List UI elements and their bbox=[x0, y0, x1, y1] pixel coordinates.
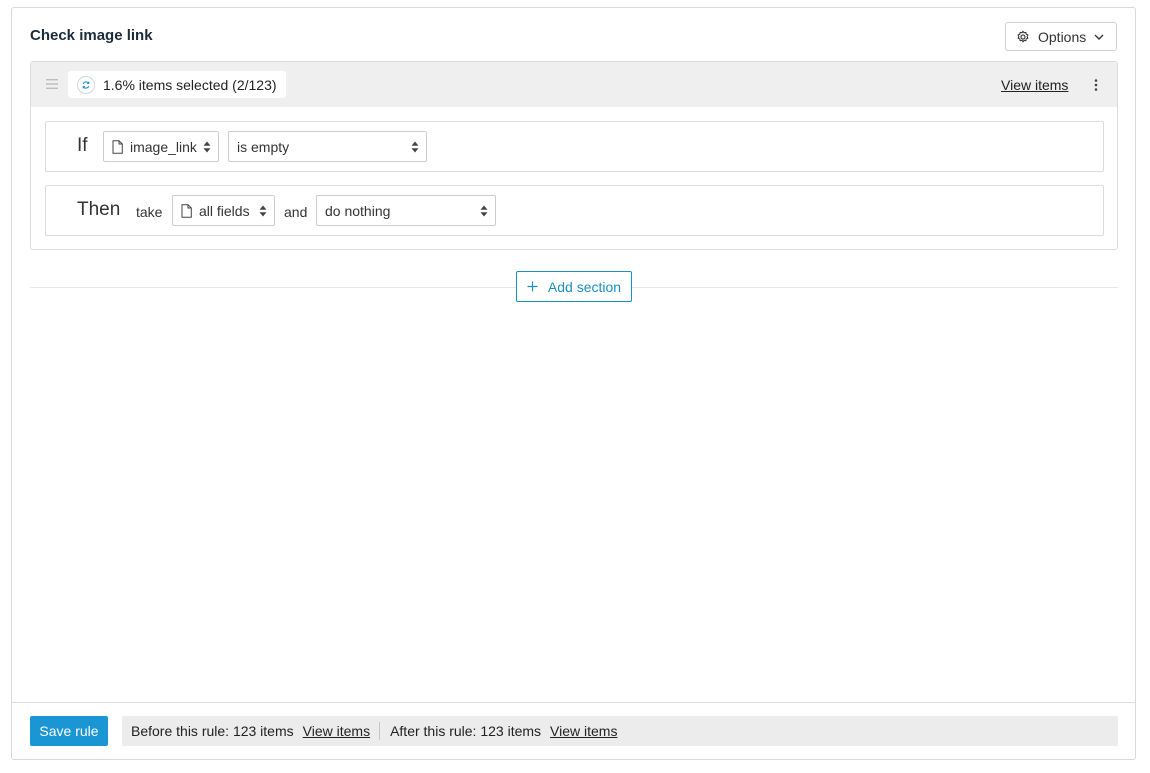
view-items-link[interactable]: View items bbox=[1001, 77, 1068, 93]
condition-select[interactable]: is empty bbox=[228, 131, 427, 162]
save-rule-button[interactable]: Save rule bbox=[30, 716, 108, 746]
if-keyword: If bbox=[77, 135, 88, 156]
plus-icon bbox=[527, 281, 538, 292]
after-rule-text: After this rule: 123 items bbox=[390, 723, 542, 739]
before-view-items-link[interactable]: View items bbox=[303, 723, 370, 739]
take-label: take bbox=[136, 204, 163, 220]
sort-arrows-icon bbox=[259, 205, 267, 217]
document-icon bbox=[112, 139, 123, 154]
sort-arrows-icon bbox=[203, 141, 211, 153]
options-button[interactable]: Options bbox=[1005, 22, 1117, 51]
fields-select-value: all fields bbox=[199, 202, 250, 219]
action-select[interactable]: do nothing bbox=[316, 195, 496, 226]
options-label: Options bbox=[1038, 28, 1087, 45]
then-keyword: Then bbox=[77, 199, 121, 220]
drag-handle-icon[interactable] bbox=[46, 78, 58, 90]
and-label: and bbox=[284, 204, 308, 220]
rule-panel: Check image link Options 1.6% items sele… bbox=[11, 7, 1136, 760]
gear-icon bbox=[1017, 30, 1029, 42]
after-view-items-link[interactable]: View items bbox=[550, 723, 617, 739]
rule-section: 1.6% items selected (2/123) View items I… bbox=[30, 61, 1118, 250]
condition-select-value: is empty bbox=[237, 138, 290, 155]
rule-title: Check image link bbox=[30, 27, 153, 44]
sort-arrows-icon bbox=[411, 141, 419, 153]
refresh-icon[interactable] bbox=[77, 75, 95, 94]
selection-summary: 1.6% items selected (2/123) bbox=[68, 71, 286, 98]
before-rule-text: Before this rule: 123 items bbox=[131, 723, 294, 739]
chevron-down-icon bbox=[1094, 34, 1104, 40]
selection-text: 1.6% items selected (2/123) bbox=[103, 76, 277, 93]
if-condition-row: If image_link is empty bbox=[45, 121, 1104, 172]
sort-arrows-icon bbox=[480, 205, 488, 217]
fields-select[interactable]: all fields bbox=[172, 195, 275, 226]
footer-divider bbox=[12, 702, 1135, 703]
kebab-menu-icon[interactable] bbox=[1089, 77, 1103, 93]
rule-item-summary: Before this rule: 123 items View items A… bbox=[122, 716, 1118, 746]
field-select[interactable]: image_link bbox=[103, 131, 219, 162]
then-action-row: Then take all fields and do nothing bbox=[45, 185, 1104, 236]
add-section-button[interactable]: Add section bbox=[516, 271, 632, 302]
action-select-value: do nothing bbox=[325, 202, 391, 219]
section-header: 1.6% items selected (2/123) View items bbox=[31, 62, 1117, 107]
summary-separator bbox=[379, 722, 381, 740]
add-section-label: Add section bbox=[547, 278, 622, 295]
document-icon bbox=[181, 203, 192, 218]
field-select-value: image_link bbox=[130, 138, 197, 155]
